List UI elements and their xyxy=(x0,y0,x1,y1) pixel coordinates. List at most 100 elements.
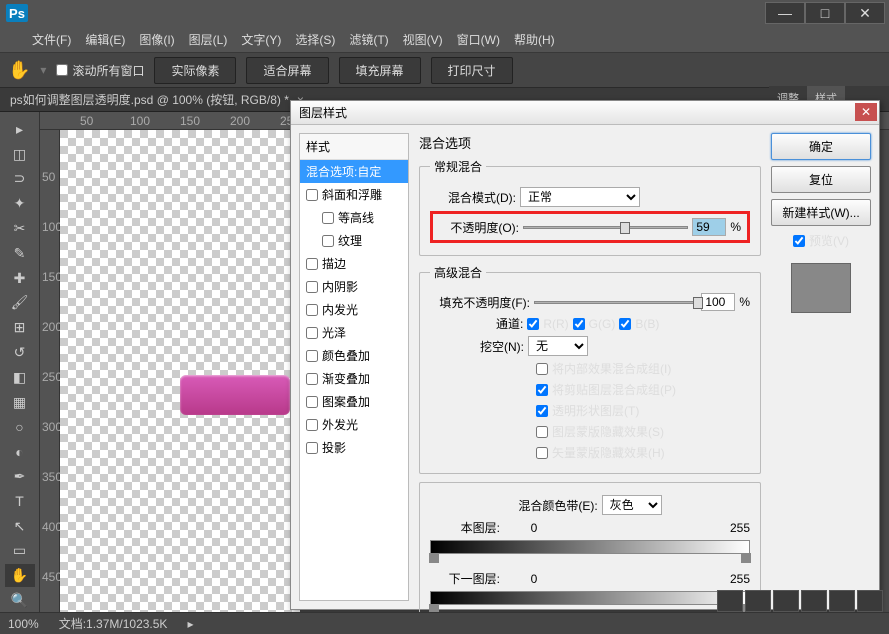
this-layer-gradient[interactable] xyxy=(430,540,750,554)
print-size-button[interactable]: 打印尺寸 xyxy=(431,57,513,84)
shape-tool[interactable]: ▭ xyxy=(5,540,35,563)
opacity-slider[interactable] xyxy=(523,226,688,229)
opt-blend-interior[interactable]: 将内部效果混合成组(I) xyxy=(536,360,671,377)
style-satin[interactable]: 光泽 xyxy=(300,321,408,344)
underlying-layer-gradient[interactable] xyxy=(430,591,750,605)
menu-file[interactable]: 文件(F) xyxy=(32,31,71,48)
actual-pixels-button[interactable]: 实际像素 xyxy=(154,57,236,84)
opt-transparency-shapes[interactable]: 透明形状图层(T) xyxy=(536,402,639,419)
menu-type[interactable]: 文字(Y) xyxy=(241,31,281,48)
brush-tool[interactable]: 🖌 xyxy=(5,292,35,315)
style-inner-shadow[interactable]: 内阴影 xyxy=(300,275,408,298)
menu-image[interactable]: 图像(I) xyxy=(139,31,174,48)
style-texture[interactable]: 纹理 xyxy=(300,229,408,252)
minimize-button[interactable]: — xyxy=(765,2,805,24)
heal-tool[interactable]: ✚ xyxy=(5,267,35,290)
scroll-all-checkbox[interactable]: 滚动所有窗口 xyxy=(56,62,144,79)
wand-tool[interactable]: ✦ xyxy=(5,192,35,215)
preview-checkbox[interactable]: 预览(V) xyxy=(771,232,871,249)
blend-mode-select[interactable]: 正常 xyxy=(520,187,640,207)
style-list: 样式 混合选项:自定 斜面和浮雕 等高线 纹理 描边 内阴影 内发光 光泽 颜色… xyxy=(299,133,409,601)
sb-icon-6[interactable] xyxy=(857,590,883,612)
fill-opacity-input[interactable] xyxy=(701,293,735,311)
pen-tool[interactable]: ✒ xyxy=(5,465,35,488)
style-pattern-overlay[interactable]: 图案叠加 xyxy=(300,390,408,413)
move-tool[interactable]: ▸ xyxy=(5,118,35,141)
style-list-header: 样式 xyxy=(300,134,408,160)
sb-icon-1[interactable] xyxy=(717,590,743,612)
blend-if-label: 混合颜色带(E): xyxy=(518,497,597,514)
style-bevel[interactable]: 斜面和浮雕 xyxy=(300,183,408,206)
style-stroke[interactable]: 描边 xyxy=(300,252,408,275)
sb-icon-5[interactable] xyxy=(829,590,855,612)
lasso-tool[interactable]: ⊃ xyxy=(5,168,35,191)
document-canvas[interactable] xyxy=(60,130,300,630)
eraser-tool[interactable]: ◧ xyxy=(5,366,35,389)
preview-swatch xyxy=(791,263,851,313)
new-style-button[interactable]: 新建样式(W)... xyxy=(771,199,871,226)
style-contour[interactable]: 等高线 xyxy=(300,206,408,229)
zoom-tool[interactable]: 🔍 xyxy=(5,589,35,612)
opacity-input[interactable] xyxy=(692,218,726,236)
dialog-close-button[interactable]: ✕ xyxy=(855,103,877,121)
style-color-overlay[interactable]: 颜色叠加 xyxy=(300,344,408,367)
advanced-blend-group: 高级混合 填充不透明度(F): % 通道: R(R) G(G) B(B) 挖空(… xyxy=(419,264,761,474)
menu-edit[interactable]: 编辑(E) xyxy=(85,31,125,48)
style-inner-glow[interactable]: 内发光 xyxy=(300,298,408,321)
eyedropper-tool[interactable]: ✎ xyxy=(5,242,35,265)
channel-r[interactable]: R(R) xyxy=(527,317,568,331)
crop-tool[interactable]: ✂ xyxy=(5,217,35,240)
fill-opacity-slider[interactable] xyxy=(534,301,697,304)
sb-icon-2[interactable] xyxy=(745,590,771,612)
style-blending-options[interactable]: 混合选项:自定 xyxy=(300,160,408,183)
cancel-button[interactable]: 复位 xyxy=(771,166,871,193)
blend-if-select[interactable]: 灰色 xyxy=(602,495,662,515)
style-drop-shadow[interactable]: 投影 xyxy=(300,436,408,459)
opt-blend-clipped[interactable]: 将剪贴图层混合成组(P) xyxy=(536,381,676,398)
channel-b[interactable]: B(B) xyxy=(619,317,659,331)
fill-screen-button[interactable]: 填充屏幕 xyxy=(339,57,421,84)
blending-options-title: 混合选项 xyxy=(419,133,761,152)
opt-vector-mask-hides[interactable]: 矢量蒙版隐藏效果(H) xyxy=(536,444,665,461)
doc-size: 文档:1.37M/1023.5K xyxy=(59,615,168,632)
channels-label: 通道: xyxy=(496,315,523,332)
status-bar: 100% 文档:1.37M/1023.5K ▸ xyxy=(0,612,889,634)
ok-button[interactable]: 确定 xyxy=(771,133,871,160)
path-tool[interactable]: ↖ xyxy=(5,515,35,538)
menu-help[interactable]: 帮助(H) xyxy=(514,31,555,48)
knockout-label: 挖空(N): xyxy=(480,338,524,355)
toolbox: ▸ ◫ ⊃ ✦ ✂ ✎ ✚ 🖌 ⊞ ↺ ◧ ▦ ○ ◐ ✒ T ↖ ▭ ✋ 🔍 xyxy=(0,112,40,612)
blur-tool[interactable]: ○ xyxy=(5,416,35,439)
hand-tool[interactable]: ✋ xyxy=(5,564,35,587)
menu-select[interactable]: 选择(S) xyxy=(295,31,335,48)
maximize-button[interactable]: □ xyxy=(805,2,845,24)
channel-g[interactable]: G(G) xyxy=(573,317,616,331)
menu-window[interactable]: 窗口(W) xyxy=(457,31,500,48)
hand-tool-icon: ✋ xyxy=(8,60,30,81)
menu-filter[interactable]: 滤镜(T) xyxy=(349,31,388,48)
sb-icon-3[interactable] xyxy=(773,590,799,612)
stamp-tool[interactable]: ⊞ xyxy=(5,316,35,339)
sb-icon-4[interactable] xyxy=(801,590,827,612)
marquee-tool[interactable]: ◫ xyxy=(5,143,35,166)
dialog-titlebar[interactable]: 图层样式 ✕ xyxy=(291,101,879,125)
type-tool[interactable]: T xyxy=(5,490,35,513)
opt-layer-mask-hides[interactable]: 图层蒙版隐藏效果(S) xyxy=(536,423,664,440)
zoom-level[interactable]: 100% xyxy=(8,617,39,631)
normal-blend-group: 常规混合 混合模式(D): 正常 不透明度(O): % xyxy=(419,158,761,256)
style-gradient-overlay[interactable]: 渐变叠加 xyxy=(300,367,408,390)
dodge-tool[interactable]: ◐ xyxy=(5,440,35,463)
history-brush-tool[interactable]: ↺ xyxy=(5,341,35,364)
canvas-shape xyxy=(180,375,290,415)
menu-view[interactable]: 视图(V) xyxy=(403,31,443,48)
gradient-tool[interactable]: ▦ xyxy=(5,391,35,414)
knockout-select[interactable]: 无 xyxy=(528,336,588,356)
opacity-label: 不透明度(O): xyxy=(439,219,519,236)
app-logo: Ps xyxy=(6,4,28,22)
fit-screen-button[interactable]: 适合屏幕 xyxy=(246,57,328,84)
layer-style-dialog: 图层样式 ✕ 样式 混合选项:自定 斜面和浮雕 等高线 纹理 描边 内阴影 内发… xyxy=(290,100,880,610)
vertical-ruler: 50100150200250300350400450 xyxy=(40,130,60,630)
close-button[interactable]: ✕ xyxy=(845,2,885,24)
menu-layer[interactable]: 图层(L) xyxy=(189,31,228,48)
style-outer-glow[interactable]: 外发光 xyxy=(300,413,408,436)
